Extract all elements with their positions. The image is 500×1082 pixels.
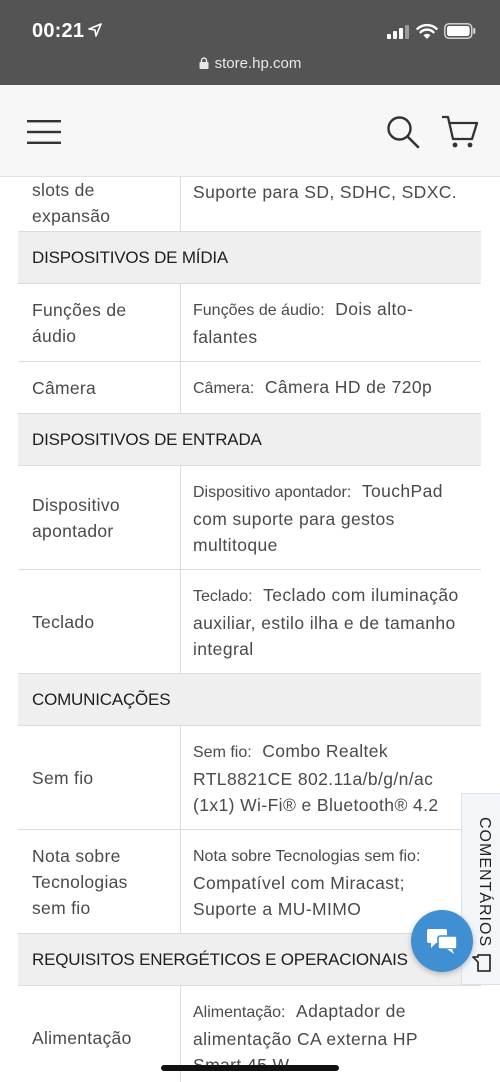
wifi-icon bbox=[416, 23, 438, 39]
spec-value-label: Sem fio: bbox=[193, 743, 252, 761]
spec-value-label: Câmera: bbox=[193, 379, 255, 397]
spec-key: Teclado bbox=[18, 570, 181, 673]
home-indicator[interactable] bbox=[161, 1065, 339, 1071]
location-arrow-icon bbox=[88, 23, 102, 37]
spec-key: Nota sobre Tecnologias sem fio bbox=[18, 830, 181, 933]
browser-top-bar: 00:21 store.hp.com bbox=[0, 0, 500, 85]
cart-icon[interactable] bbox=[441, 115, 479, 149]
spec-key: Câmera bbox=[18, 362, 181, 413]
chat-icon bbox=[427, 929, 458, 954]
spec-row-expansion-slots: slots de expansão Suporte para SD, SDHC,… bbox=[18, 177, 481, 232]
spec-value-label: Funções de áudio: bbox=[193, 301, 325, 319]
spec-value: Teclado: Teclado com iluminação auxiliar… bbox=[181, 570, 481, 673]
feedback-icon bbox=[472, 954, 491, 972]
signal-icon bbox=[387, 25, 409, 39]
spec-key: Alimentação bbox=[18, 986, 181, 1082]
url-bar[interactable]: store.hp.com bbox=[0, 55, 500, 72]
section-media: DISPOSITIVOS DE MÍDIA bbox=[18, 232, 481, 284]
spec-value: Funções de áudio: Dois alto-falantes bbox=[181, 284, 481, 361]
menu-icon[interactable] bbox=[27, 119, 61, 145]
battery-icon bbox=[444, 23, 476, 39]
spec-row-wireless-note: Nota sobre Tecnologias sem fio Nota sobr… bbox=[18, 830, 481, 934]
spec-key: slots de expansão bbox=[18, 177, 181, 231]
spec-value: Sem fio: Combo Realtek RTL8821CE 802.11a… bbox=[181, 726, 481, 829]
spec-key: Funções de áudio bbox=[18, 284, 181, 361]
spec-row-audio: Funções de áudio Funções de áudio: Dois … bbox=[18, 284, 481, 362]
spec-value-text: Compatível com Miracast; Suporte a MU-MI… bbox=[193, 872, 405, 919]
spec-key: Dispositivo apontador bbox=[18, 466, 181, 569]
section-communications: COMUNICAÇÕES bbox=[18, 674, 481, 726]
search-icon[interactable] bbox=[386, 115, 420, 149]
spec-value-label: Nota sobre Tecnologias sem fio: bbox=[193, 847, 421, 865]
site-header bbox=[0, 85, 500, 177]
section-input: DISPOSITIVOS DE ENTRADA bbox=[18, 414, 481, 466]
spec-row-wireless: Sem fio Sem fio: Combo Realtek RTL8821CE… bbox=[18, 726, 481, 830]
spec-row-pointing-device: Dispositivo apontador Dispositivo aponta… bbox=[18, 466, 481, 570]
status-time: 00:21 bbox=[32, 20, 85, 42]
spec-value-label: Alimentação: bbox=[193, 1003, 286, 1021]
chat-button[interactable] bbox=[411, 910, 473, 972]
spec-row-keyboard: Teclado Teclado: Teclado com iluminação … bbox=[18, 570, 481, 674]
spec-row-camera: Câmera Câmera: Câmera HD de 720p bbox=[18, 362, 481, 414]
spec-value: Câmera: Câmera HD de 720p bbox=[181, 362, 481, 413]
spec-value-text: Câmera HD de 720p bbox=[264, 376, 433, 397]
spec-value: Dispositivo apontador: TouchPad com supo… bbox=[181, 466, 481, 569]
spec-value-label: Dispositivo apontador: bbox=[193, 483, 352, 501]
lock-icon bbox=[199, 57, 209, 69]
url-text: store.hp.com bbox=[214, 55, 302, 72]
spec-value-label: Teclado: bbox=[193, 587, 253, 605]
spec-value: Suporte para SD, SDHC, SDXC. bbox=[193, 182, 458, 202]
feedback-label: COMENTÁRIOS bbox=[476, 816, 493, 948]
spec-key: Sem fio bbox=[18, 726, 181, 829]
